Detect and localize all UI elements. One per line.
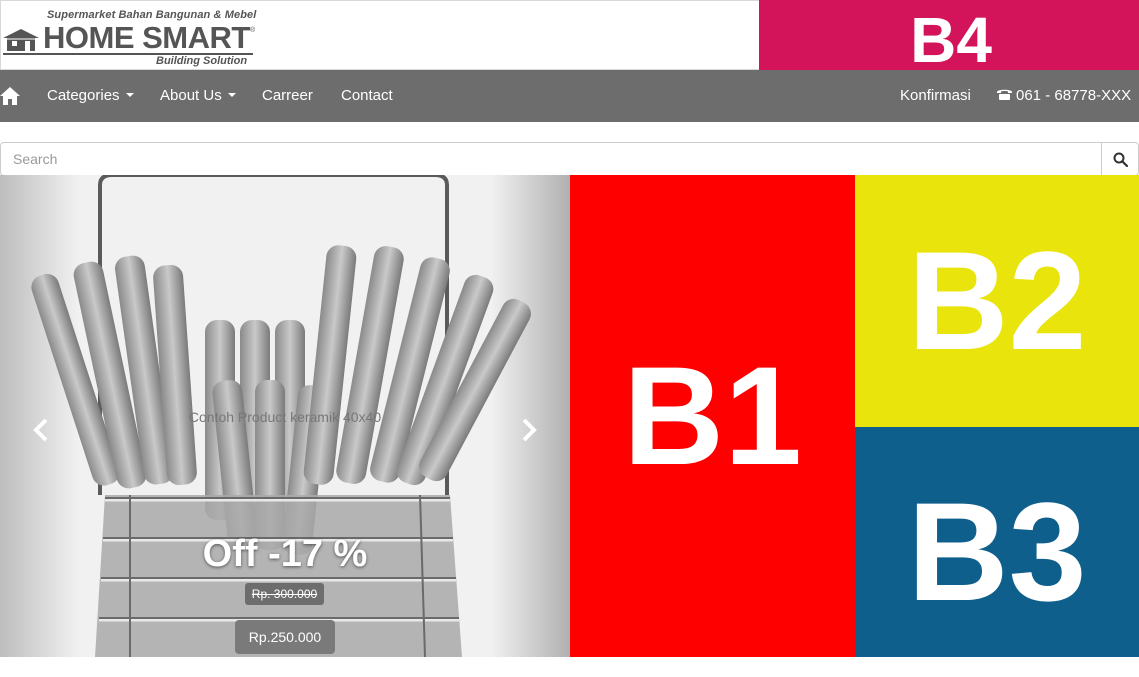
logo[interactable]: Supermarket Bahan Bangunan & Mebel HOME … bbox=[0, 0, 759, 70]
site-header: Supermarket Bahan Bangunan & Mebel HOME … bbox=[0, 0, 1139, 76]
search-icon bbox=[1113, 152, 1128, 167]
banner-b4[interactable]: B4 bbox=[759, 0, 1139, 76]
home-icon[interactable] bbox=[0, 87, 20, 105]
nav-phone-number: 061 - 68778-XXX bbox=[1016, 87, 1132, 104]
nav-carreer[interactable]: Carreer bbox=[262, 70, 313, 122]
search-button[interactable] bbox=[1101, 142, 1139, 176]
nav-categories-label: Categories bbox=[47, 87, 120, 104]
banner-b1[interactable]: B1 bbox=[570, 175, 855, 657]
nav-contact[interactable]: Contact bbox=[341, 70, 393, 122]
product-title: Contoh Product keramik 40x40 bbox=[188, 409, 382, 425]
discount-label: Off -17 % bbox=[202, 533, 368, 575]
logo-subtitle: Building Solution bbox=[156, 55, 248, 67]
nav-about-us-label: About Us bbox=[160, 87, 222, 104]
logo-name: HOME SMART bbox=[43, 20, 250, 55]
search-bar bbox=[0, 142, 1139, 176]
chevron-down-icon bbox=[227, 93, 236, 98]
chevron-right-icon[interactable] bbox=[513, 415, 543, 445]
product-carousel[interactable]: Contoh Product keramik 40x40 Off -17 % R… bbox=[0, 175, 570, 657]
logo-trademark: ® bbox=[250, 27, 256, 34]
nav-categories[interactable]: Categories bbox=[47, 70, 134, 122]
nav-konfirmasi[interactable]: Konfirmasi bbox=[900, 70, 971, 122]
house-logo-icon bbox=[3, 29, 39, 51]
chevron-down-icon bbox=[125, 93, 134, 98]
banner-b3[interactable]: B3 bbox=[855, 427, 1139, 657]
nav-phone[interactable]: 061 - 68778-XXX bbox=[996, 70, 1131, 122]
new-price-button[interactable]: Rp.250.000 bbox=[235, 620, 335, 654]
main-navbar: Categories About Us Carreer Contact Konf… bbox=[0, 70, 1139, 122]
nav-about-us[interactable]: About Us bbox=[160, 70, 236, 122]
phone-icon bbox=[997, 89, 1012, 101]
old-price: Rp. 300.000 bbox=[245, 583, 324, 605]
chevron-left-icon[interactable] bbox=[27, 415, 57, 445]
search-input[interactable] bbox=[0, 142, 1102, 176]
banner-b4-label: B4 bbox=[910, 4, 992, 76]
banner-b2[interactable]: B2 bbox=[855, 175, 1139, 427]
